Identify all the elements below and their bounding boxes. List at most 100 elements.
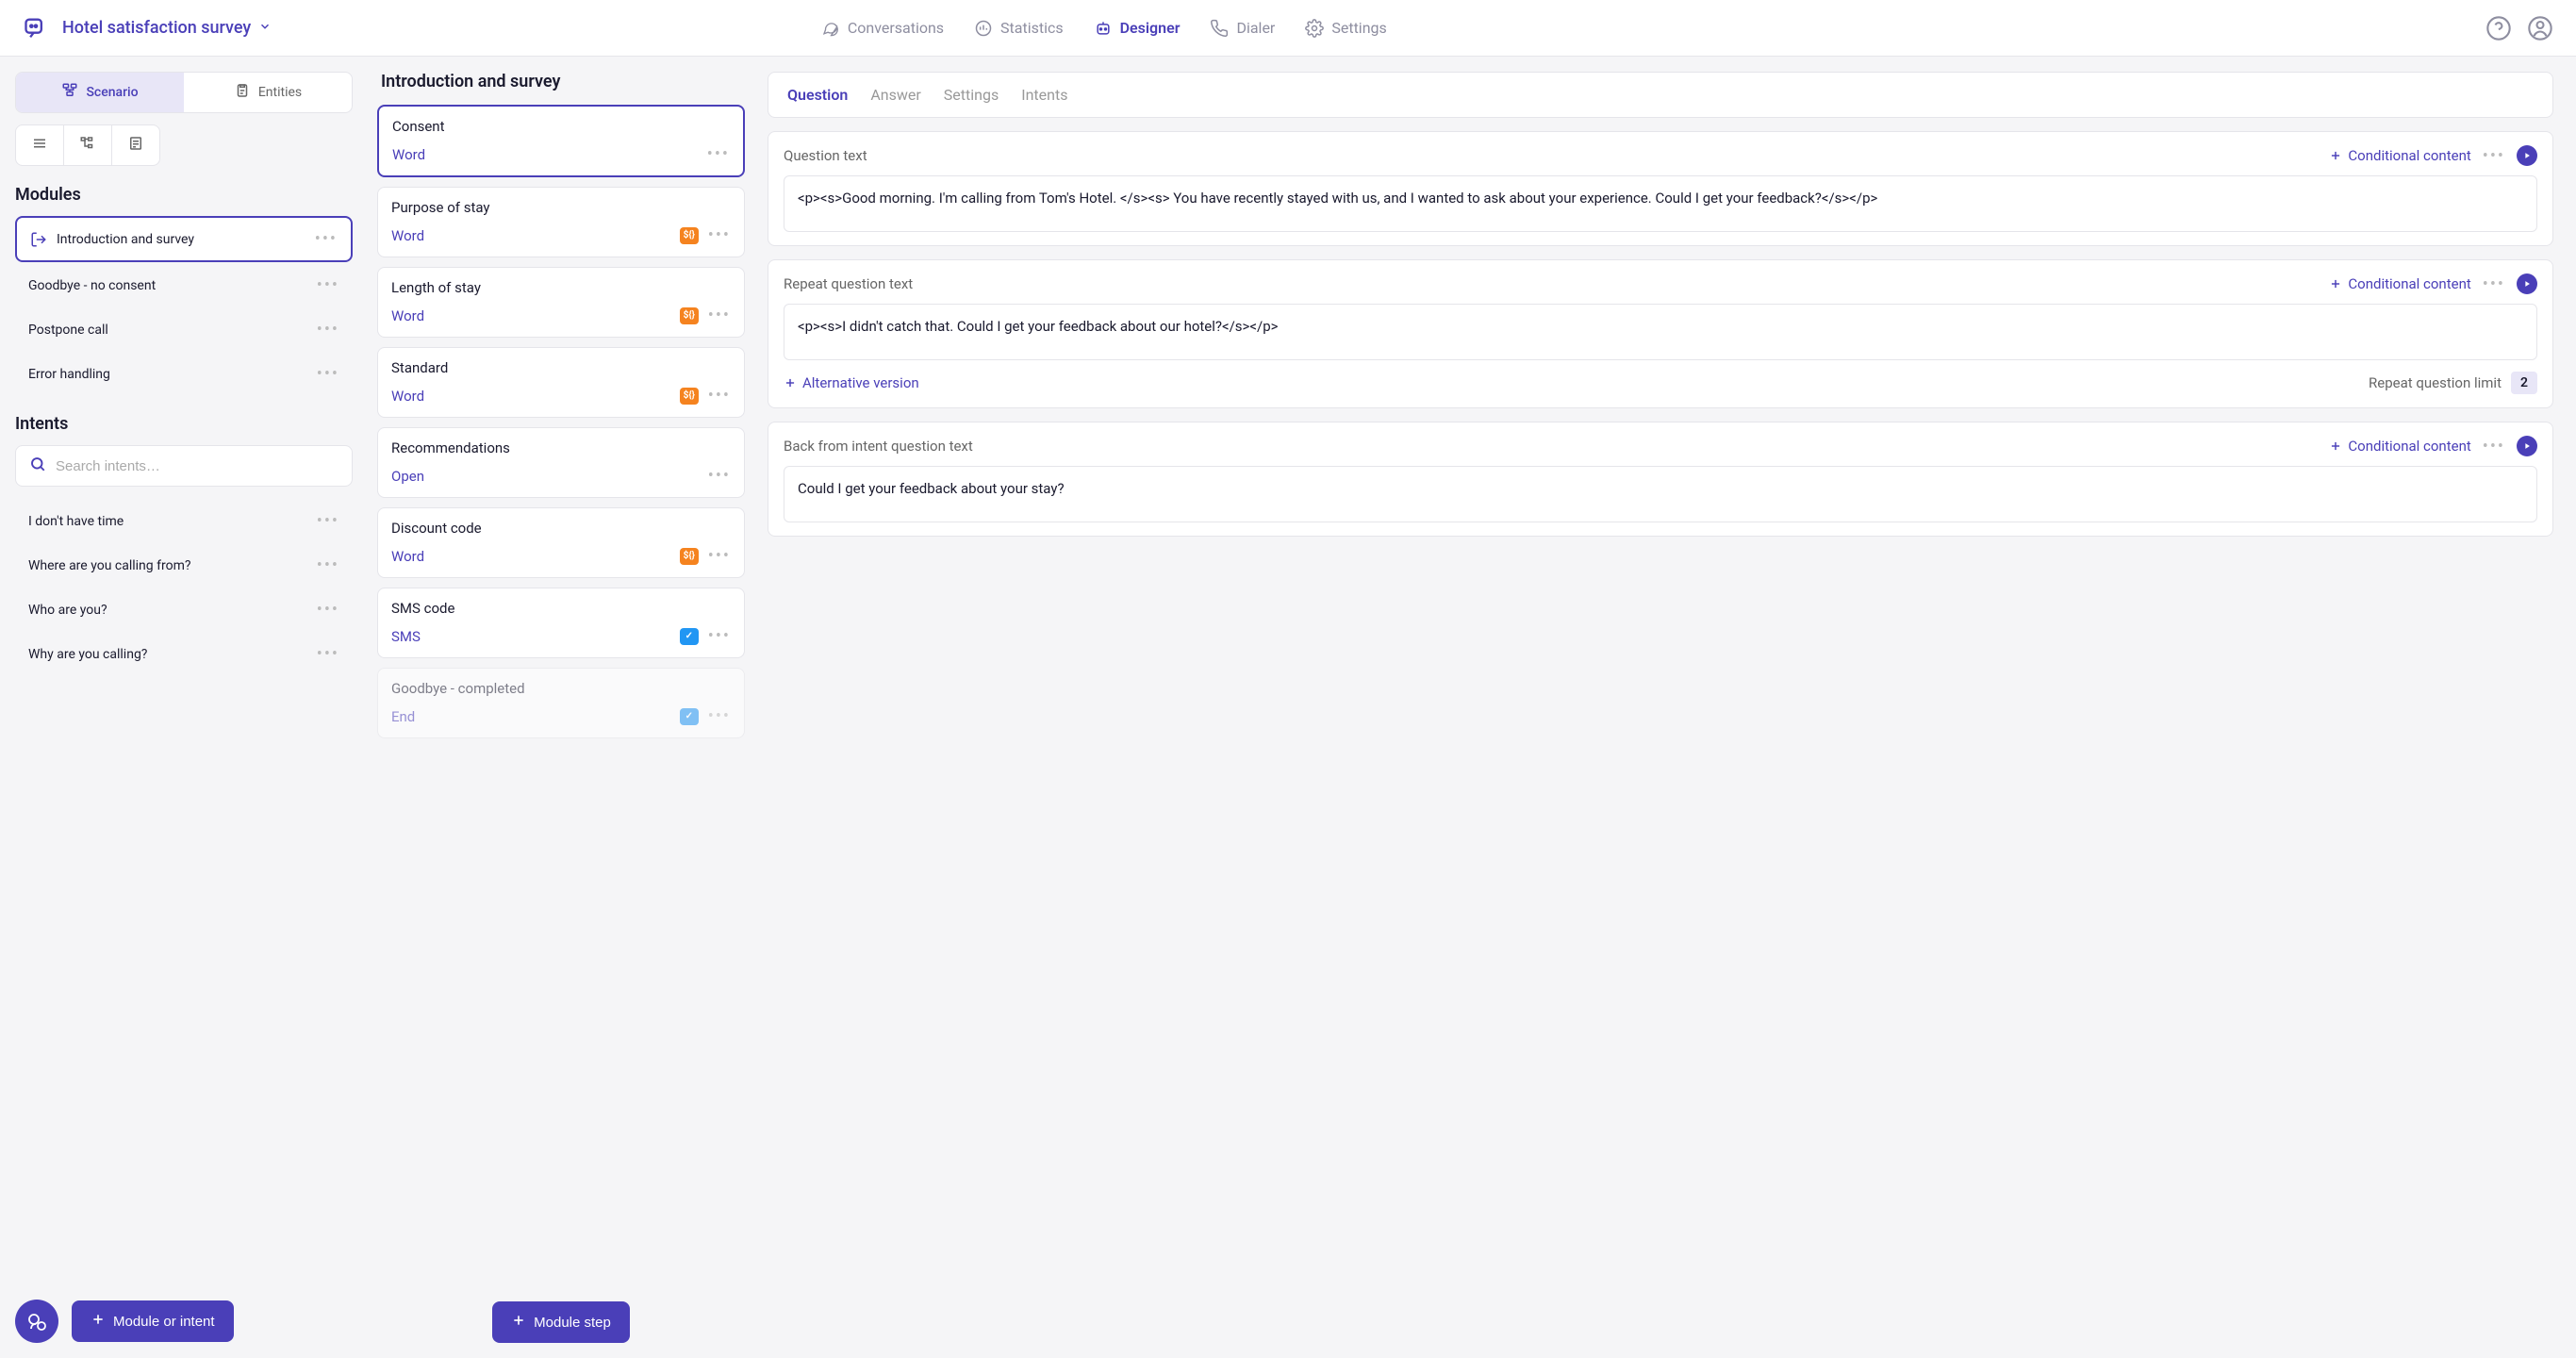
nav-statistics[interactable]: Statistics xyxy=(974,19,1064,38)
conditional-content-button[interactable]: Conditional content xyxy=(2329,438,2470,455)
more-icon[interactable]: ••• xyxy=(317,275,339,295)
view-doc-icon[interactable] xyxy=(112,125,159,165)
chart-icon xyxy=(974,19,993,38)
panel-back-from-intent: Back from intent question text Condition… xyxy=(768,422,2553,537)
view-toolbar xyxy=(15,124,160,166)
step-card[interactable]: Discount code Word${}••• xyxy=(377,507,745,578)
more-icon[interactable]: ••• xyxy=(317,511,339,531)
project-name-label: Hotel satisfaction survey xyxy=(62,18,251,38)
step-card-consent[interactable]: Consent Word••• xyxy=(377,105,745,177)
step-list: Consent Word••• Purpose of stay Word${}•… xyxy=(377,105,745,1292)
variable-badge-icon: ${} xyxy=(680,227,699,244)
more-icon[interactable]: ••• xyxy=(707,144,730,164)
intent-item[interactable]: I don't have time••• xyxy=(15,500,353,542)
clipboard-icon xyxy=(234,82,251,103)
tab-entities[interactable]: Entities xyxy=(184,73,352,112)
app-logo-icon xyxy=(23,15,49,41)
tab-settings[interactable]: Settings xyxy=(944,86,999,104)
play-button[interactable] xyxy=(2517,273,2537,294)
variable-badge-icon: ${} xyxy=(680,388,699,405)
more-icon[interactable]: ••• xyxy=(317,644,339,664)
step-card[interactable]: Standard Word${}••• xyxy=(377,347,745,418)
repeat-limit-value[interactable]: 2 xyxy=(2511,372,2537,394)
tab-question[interactable]: Question xyxy=(787,86,848,104)
more-icon[interactable]: ••• xyxy=(317,364,339,384)
phone-icon xyxy=(1210,19,1229,38)
panel-title: Repeat question text xyxy=(784,275,913,292)
more-icon[interactable]: ••• xyxy=(317,600,339,620)
view-list-icon[interactable] xyxy=(16,125,64,165)
play-button[interactable] xyxy=(2517,436,2537,456)
repeat-limit-label: Repeat question limit xyxy=(2369,374,2502,391)
plus-icon xyxy=(511,1313,526,1332)
user-avatar-icon[interactable] xyxy=(2527,15,2553,41)
intents-heading: Intents xyxy=(15,414,353,434)
module-list: Introduction and survey ••• Goodbye - no… xyxy=(15,216,353,395)
nav-settings[interactable]: Settings xyxy=(1305,19,1386,38)
step-card[interactable]: SMS code SMS✓••• xyxy=(377,588,745,658)
chat-icon xyxy=(821,19,840,38)
step-card[interactable]: Length of stay Word${}••• xyxy=(377,267,745,338)
question-text-input[interactable]: <p><s>Good morning. I'm calling from Tom… xyxy=(784,175,2537,232)
more-icon[interactable]: ••• xyxy=(708,706,731,726)
play-button[interactable] xyxy=(2517,145,2537,166)
nav-conversations[interactable]: Conversations xyxy=(821,19,944,38)
more-icon[interactable]: ••• xyxy=(2483,274,2505,294)
more-icon[interactable]: ••• xyxy=(317,320,339,340)
intent-item[interactable]: Where are you calling from?••• xyxy=(15,544,353,587)
view-tree-icon[interactable] xyxy=(64,125,112,165)
search-intents-input[interactable] xyxy=(56,458,339,474)
more-icon[interactable]: ••• xyxy=(315,229,338,249)
search-intents[interactable] xyxy=(15,445,353,487)
more-icon[interactable]: ••• xyxy=(708,386,731,406)
more-icon[interactable]: ••• xyxy=(708,626,731,646)
tab-intents[interactable]: Intents xyxy=(1021,86,1067,104)
exit-icon xyxy=(30,231,47,248)
repeat-question-input[interactable]: <p><s>I didn't catch that. Could I get y… xyxy=(784,304,2537,360)
intent-item[interactable]: Why are you calling?••• xyxy=(15,633,353,675)
panel-question-text: Question text Conditional content ••• <p… xyxy=(768,131,2553,246)
detail-panel: Question Answer Settings Intents Questio… xyxy=(754,57,2576,1358)
detail-tabs: Question Answer Settings Intents xyxy=(768,72,2553,118)
more-icon[interactable]: ••• xyxy=(708,306,731,325)
more-icon[interactable]: ••• xyxy=(317,555,339,575)
center-column: Introduction and survey Consent Word••• … xyxy=(368,57,754,1358)
nav-dialer[interactable]: Dialer xyxy=(1210,19,1275,38)
step-card[interactable]: Goodbye - completed End✓••• xyxy=(377,668,745,738)
more-icon[interactable]: ••• xyxy=(2483,437,2505,456)
chevron-down-icon xyxy=(258,18,272,38)
add-module-step-button[interactable]: Module step xyxy=(492,1301,630,1343)
alternative-version-button[interactable]: Alternative version xyxy=(784,374,919,391)
more-icon[interactable]: ••• xyxy=(708,546,731,566)
panel-repeat-question: Repeat question text Conditional content… xyxy=(768,259,2553,408)
conditional-content-button[interactable]: Conditional content xyxy=(2329,275,2470,292)
conditional-content-button[interactable]: Conditional content xyxy=(2329,147,2470,164)
step-card[interactable]: Purpose of stay Word${}••• xyxy=(377,187,745,257)
intent-list: I don't have time••• Where are you calli… xyxy=(15,500,353,1288)
intent-item[interactable]: Who are you?••• xyxy=(15,588,353,631)
back-intent-input[interactable]: Could I get your feedback about your sta… xyxy=(784,466,2537,522)
sidebar-tabs: Scenario Entities xyxy=(15,72,353,113)
tab-answer[interactable]: Answer xyxy=(870,86,920,104)
sidebar: Scenario Entities Modules Introduction a… xyxy=(0,57,368,1358)
add-module-intent-button[interactable]: Module or intent xyxy=(72,1300,234,1342)
more-icon[interactable]: ••• xyxy=(708,225,731,245)
modules-heading: Modules xyxy=(15,185,353,205)
panel-title: Question text xyxy=(784,147,867,164)
tab-scenario[interactable]: Scenario xyxy=(16,73,184,112)
module-item-error[interactable]: Error handling ••• xyxy=(15,353,353,395)
more-icon[interactable]: ••• xyxy=(708,466,731,486)
module-item-intro[interactable]: Introduction and survey ••• xyxy=(15,216,353,262)
more-icon[interactable]: ••• xyxy=(2483,146,2505,166)
search-icon xyxy=(29,455,46,476)
module-item-postpone[interactable]: Postpone call ••• xyxy=(15,308,353,351)
project-selector[interactable]: Hotel satisfaction survey xyxy=(62,18,272,38)
nav-designer[interactable]: Designer xyxy=(1094,19,1181,38)
check-badge-icon: ✓ xyxy=(680,628,699,645)
assistant-fab[interactable] xyxy=(15,1300,58,1343)
help-icon[interactable] xyxy=(2485,15,2512,41)
step-card[interactable]: Recommendations Open••• xyxy=(377,427,745,498)
module-item-goodbye[interactable]: Goodbye - no consent ••• xyxy=(15,264,353,306)
panel-title: Back from intent question text xyxy=(784,438,973,455)
variable-badge-icon: ${} xyxy=(680,307,699,324)
